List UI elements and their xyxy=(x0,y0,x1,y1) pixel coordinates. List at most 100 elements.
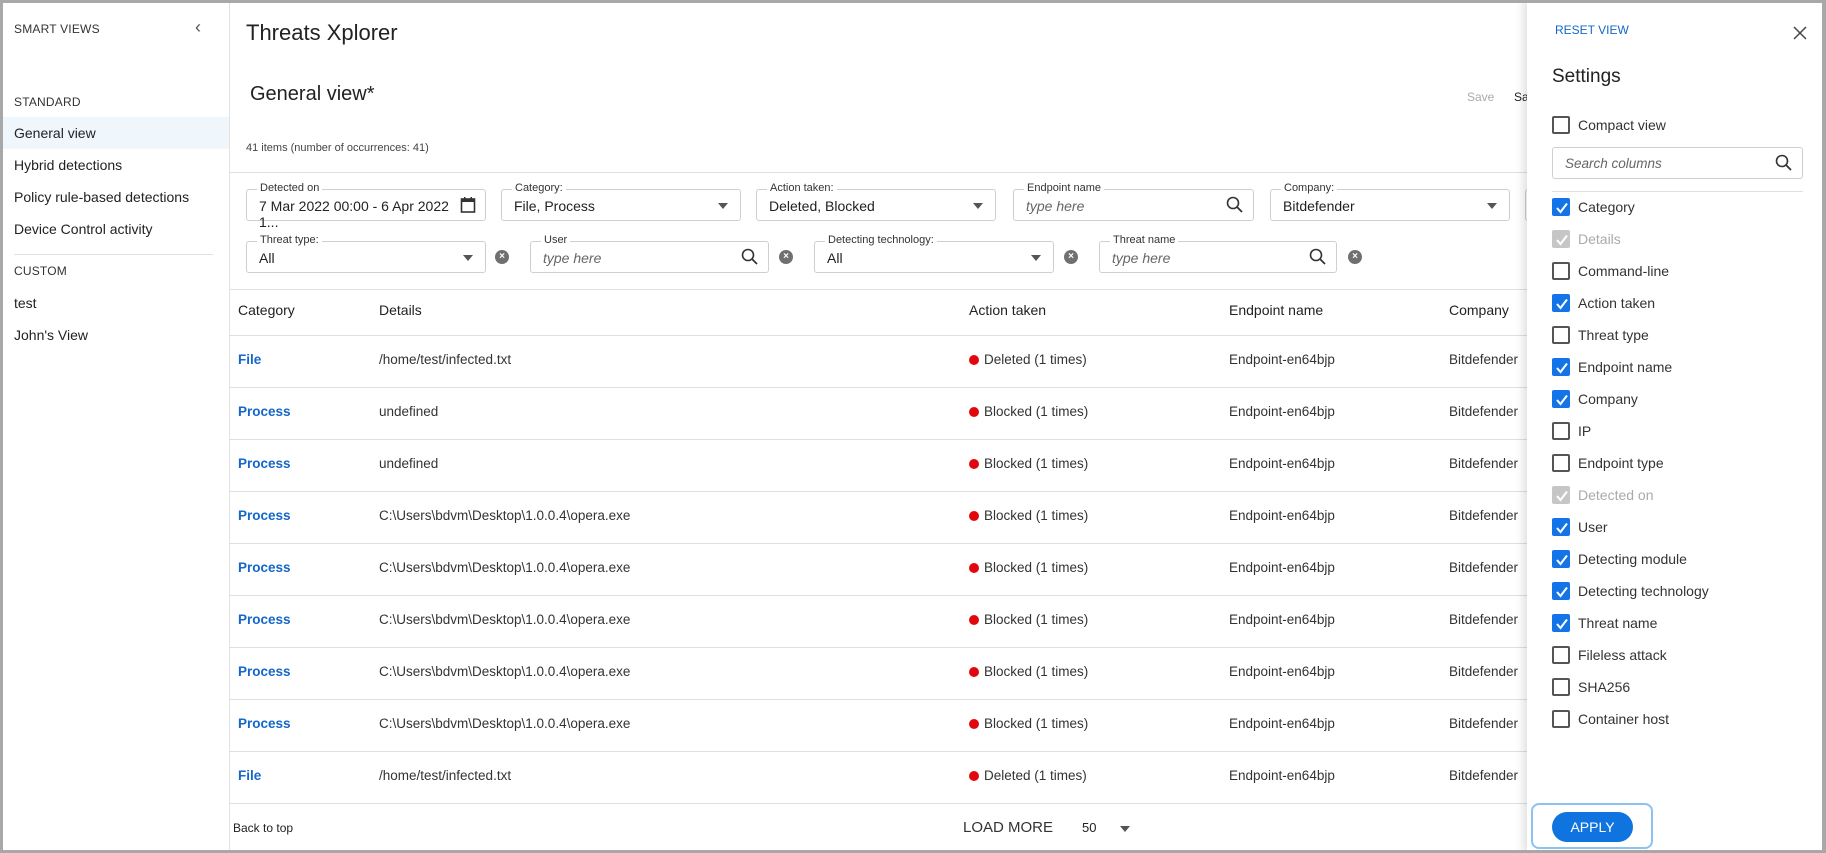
column-checkbox: Detected on xyxy=(1552,486,1654,506)
column-checkbox[interactable]: Detecting module xyxy=(1552,550,1687,570)
column-checkbox[interactable]: Container host xyxy=(1552,710,1669,730)
category-link[interactable]: Process xyxy=(238,716,291,731)
category-link[interactable]: File xyxy=(238,768,261,783)
column-checkbox[interactable]: Endpoint type xyxy=(1552,454,1664,474)
table-row[interactable]: Process undefined Blocked (1 times) Endpoin… xyxy=(230,387,1527,439)
dropdown-caret-icon xyxy=(973,203,983,209)
reset-view-button[interactable]: RESET VIEW xyxy=(1555,23,1629,37)
sidebar-item-general-view[interactable]: General view xyxy=(3,117,229,149)
action-taken-cell: Deleted (1 times) xyxy=(969,352,1087,367)
save-button[interactable]: Save xyxy=(1467,90,1494,104)
search-icon[interactable] xyxy=(1226,196,1244,214)
action-taken-cell: Blocked (1 times) xyxy=(969,508,1088,523)
status-dot-icon xyxy=(969,407,979,417)
threat-type-filter[interactable]: Threat type: All xyxy=(246,234,486,273)
category-link[interactable]: File xyxy=(238,352,261,367)
table-row[interactable]: Process C:\Users\bdvm\Desktop\1.0.0.4\ope… xyxy=(230,595,1527,647)
apply-button[interactable]: APPLY xyxy=(1552,812,1633,842)
filter-label: User xyxy=(541,234,571,247)
endpoint-name-filter[interactable]: Endpoint name type here xyxy=(1013,182,1254,221)
cell-text: Process xyxy=(238,560,291,575)
filter-value: 7 Mar 2022 00:00 - 6 Apr 2022 1... xyxy=(259,198,449,230)
category-link[interactable]: Process xyxy=(238,404,291,419)
sidebar-item-johns-view[interactable]: John's View xyxy=(3,319,229,351)
sidebar-item-device-control[interactable]: Device Control activity xyxy=(3,213,229,245)
sidebar-item-test[interactable]: test xyxy=(3,287,229,319)
category-link[interactable]: Process xyxy=(238,664,291,679)
column-checkbox[interactable]: Category xyxy=(1552,198,1635,218)
company-cell: Bitdefender xyxy=(1449,560,1518,575)
dropdown-caret-icon xyxy=(1487,203,1497,209)
collapse-chevron-icon[interactable]: ‹ xyxy=(195,17,201,38)
user-filter[interactable]: User type here xyxy=(530,234,769,273)
filter-label: Endpoint name xyxy=(1024,182,1104,195)
clear-user-icon[interactable]: × xyxy=(779,250,793,264)
table-row[interactable]: File/home/test/infected.txt Deleted (1 ti… xyxy=(230,751,1527,803)
filter-label: Threat type: xyxy=(257,234,322,247)
column-checkbox[interactable]: Threat type xyxy=(1552,326,1649,346)
category-link[interactable]: Process xyxy=(238,456,291,471)
search-icon[interactable] xyxy=(1309,248,1327,266)
column-checkbox[interactable]: Detecting technology xyxy=(1552,582,1709,602)
cell-text: File xyxy=(238,768,262,783)
cell-text: C:\Users\bdvm\Desktop\1.0.0.4\opera.exe xyxy=(379,508,631,523)
threat-name-filter[interactable]: Threat name type here xyxy=(1099,234,1337,273)
smart-views-sidebar: SMART VIEWS ‹ STANDARD General view Hybr… xyxy=(0,0,230,853)
detecting-technology-filter[interactable]: Detecting technology: All xyxy=(814,234,1054,273)
cell-text: Endpoint-en64bjp xyxy=(1229,664,1335,679)
column-checkbox[interactable]: Threat name xyxy=(1552,614,1657,634)
column-header[interactable]: Details xyxy=(379,302,422,318)
clear-threat-name-icon[interactable]: × xyxy=(1348,250,1362,264)
back-to-top-link[interactable]: Back to top xyxy=(233,821,293,835)
calendar-icon[interactable] xyxy=(460,196,476,214)
sidebar-item-policy-detections[interactable]: Policy rule-based detections xyxy=(3,181,229,213)
category-link[interactable]: Process xyxy=(238,560,291,575)
column-checkbox[interactable]: Endpoint name xyxy=(1552,358,1672,378)
column-checkbox[interactable]: User xyxy=(1552,518,1608,538)
endpoint-name-cell: Endpoint-en64bjp xyxy=(1229,352,1335,367)
action-taken-cell: Deleted (1 times) xyxy=(969,768,1087,783)
column-checkbox[interactable]: IP xyxy=(1552,422,1591,442)
page-size-value[interactable]: 50 xyxy=(1082,820,1096,835)
cell-text: undefined xyxy=(379,456,439,471)
clear-threat-type-icon[interactable]: × xyxy=(495,250,509,264)
search-icon[interactable] xyxy=(1775,154,1793,172)
cell-text: Bitdefender xyxy=(1449,352,1519,367)
close-icon[interactable] xyxy=(1793,26,1807,40)
search-columns-input[interactable]: Search columns xyxy=(1552,147,1803,179)
cell-text: /home/test/infected.txt xyxy=(379,768,512,783)
detected-on-filter[interactable]: Detected on 7 Mar 2022 00:00 - 6 Apr 202… xyxy=(246,182,486,230)
table-row[interactable]: Process C:\Users\bdvm\Desktop\1.0.0.4\ope… xyxy=(230,699,1527,751)
column-checkbox[interactable]: SHA256 xyxy=(1552,678,1630,698)
action-taken-filter[interactable]: Action taken: Deleted, Blocked xyxy=(756,182,996,221)
column-checkbox[interactable]: Command-line xyxy=(1552,262,1669,282)
checkbox-label: SHA256 xyxy=(1578,679,1631,695)
category-link[interactable]: Process xyxy=(238,508,291,523)
table-row[interactable]: File/home/test/infected.txt Deleted (1 ti… xyxy=(230,335,1527,387)
cell-text: Endpoint-en64bjp xyxy=(1229,352,1335,367)
column-header[interactable]: Category xyxy=(238,302,295,318)
column-header[interactable]: Action taken xyxy=(969,302,1046,318)
checkbox-label: Container host xyxy=(1578,711,1670,727)
clear-detecting-technology-icon[interactable]: × xyxy=(1064,250,1078,264)
search-icon[interactable] xyxy=(741,248,759,266)
checkbox-label: Company xyxy=(1578,391,1638,407)
sidebar-item-hybrid-detections[interactable]: Hybrid detections xyxy=(3,149,229,181)
company-filter[interactable]: Company: Bitdefender xyxy=(1270,182,1510,221)
page-size-caret-icon[interactable] xyxy=(1120,826,1130,832)
table-row[interactable]: Process undefined Blocked (1 times) Endpoin… xyxy=(230,439,1527,491)
table-row[interactable]: Process C:\Users\bdvm\Desktop\1.0.0.4\ope… xyxy=(230,491,1527,543)
checkbox-box xyxy=(1552,262,1570,280)
table-row[interactable]: Process C:\Users\bdvm\Desktop\1.0.0.4\ope… xyxy=(230,647,1527,699)
load-more-button[interactable]: LOAD MORE xyxy=(963,819,1053,836)
column-checkbox[interactable]: Company xyxy=(1552,390,1638,410)
column-checkbox[interactable]: Fileless attack xyxy=(1552,646,1667,666)
column-header[interactable]: Company xyxy=(1449,302,1509,318)
compact-view-checkbox[interactable]: Compact view xyxy=(1552,116,1666,136)
table-row[interactable]: Process C:\Users\bdvm\Desktop\1.0.0.4\ope… xyxy=(230,543,1527,595)
cell-text: Bitdefender xyxy=(1449,716,1519,731)
category-filter[interactable]: Category: File, Process xyxy=(501,182,741,221)
column-header[interactable]: Endpoint name xyxy=(1229,302,1323,318)
column-checkbox[interactable]: Action taken xyxy=(1552,294,1655,314)
category-link[interactable]: Process xyxy=(238,612,291,627)
